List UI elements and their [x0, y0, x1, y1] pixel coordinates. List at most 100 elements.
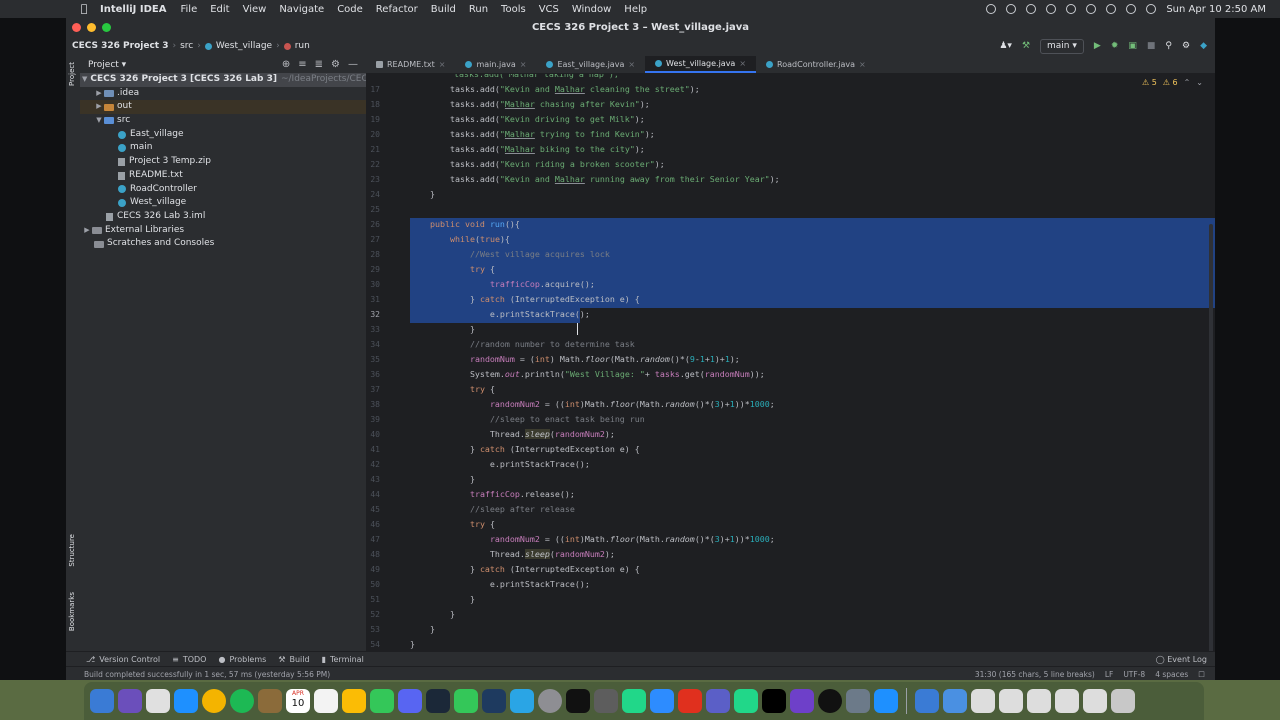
line-number[interactable]: 39	[366, 415, 380, 424]
document-thumbnail-icon[interactable]	[971, 689, 995, 713]
bookmarks-tool-tab[interactable]: Bookmarks	[68, 592, 76, 631]
tree-item-readme[interactable]: README.txt	[80, 169, 366, 183]
status-icon[interactable]	[1006, 4, 1017, 14]
lock-icon[interactable]: ☐	[1198, 670, 1205, 679]
chevron-down-icon[interactable]: ▼	[94, 114, 104, 128]
document-thumbnail-icon[interactable]	[999, 689, 1023, 713]
app-store-icon[interactable]	[510, 689, 534, 713]
line-number[interactable]: 29	[366, 265, 380, 274]
facetime-icon[interactable]	[454, 689, 478, 713]
breadcrumb-file[interactable]: West_village	[216, 41, 272, 51]
teams-icon[interactable]	[706, 689, 730, 713]
user-icon[interactable]: ♟▾	[999, 41, 1012, 51]
chevron-right-icon[interactable]: ▶	[94, 87, 104, 101]
line-number[interactable]: 38	[366, 400, 380, 409]
weak-warning-count[interactable]: ⚠ 6	[1163, 78, 1178, 87]
siri-icon[interactable]	[1146, 4, 1157, 14]
line-number[interactable]: 49	[366, 565, 380, 574]
tool-todo[interactable]: ≡ TODO	[172, 655, 206, 664]
line-number[interactable]: 22	[366, 160, 380, 169]
breadcrumb-project[interactable]: CECS 326 Project 3	[72, 41, 169, 51]
gear-icon[interactable]: ⚙	[331, 59, 340, 70]
debug-icon[interactable]: ✹	[1111, 41, 1119, 51]
chevron-up-icon[interactable]: ⌃	[1184, 78, 1191, 87]
line-number[interactable]: 34	[366, 340, 380, 349]
tab-west-village[interactable]: West_village.java ×	[645, 56, 757, 73]
photos-icon[interactable]	[342, 689, 366, 713]
code-editor[interactable]: 17 18 19 20 21 22 23 24 25 26 27 28 29 30 31 32 33 34 35 36…	[366, 74, 1215, 664]
chevron-right-icon[interactable]: ▶	[94, 100, 104, 114]
tree-item-road-controller[interactable]: RoadController	[80, 183, 366, 197]
search-icon[interactable]	[1126, 4, 1137, 14]
preview-icon[interactable]	[846, 689, 870, 713]
build-hammer-icon[interactable]: ⚒	[1022, 41, 1030, 51]
apple-icon[interactable]: 	[78, 3, 90, 15]
breadcrumb-src[interactable]: src	[180, 41, 193, 51]
calculator-icon[interactable]	[594, 689, 618, 713]
downloads-folder-icon[interactable]	[915, 689, 939, 713]
line-number[interactable]: 36	[366, 370, 380, 379]
tree-item-src[interactable]: ▼ src	[80, 114, 366, 128]
stop-icon[interactable]: ■	[1147, 41, 1156, 51]
search-everywhere-icon[interactable]: ⚲	[1165, 41, 1172, 51]
line-number[interactable]: 30	[366, 280, 380, 289]
caret-position[interactable]: 31:30 (165 chars, 5 line breaks)	[975, 670, 1095, 679]
document-thumbnail-icon[interactable]	[1083, 689, 1107, 713]
terminal-app-icon[interactable]	[566, 689, 590, 713]
line-number[interactable]: 46	[366, 520, 380, 529]
line-number[interactable]: 19	[366, 115, 380, 124]
menu-edit[interactable]: Edit	[210, 4, 229, 15]
close-icon[interactable]: ×	[628, 60, 635, 69]
status-message[interactable]: Build completed successfully in 1 sec, 5…	[84, 670, 330, 679]
line-number[interactable]: 17	[366, 85, 380, 94]
system-preferences-icon[interactable]	[538, 689, 562, 713]
tab-east-village[interactable]: East_village.java ×	[536, 56, 645, 73]
line-number[interactable]: 24	[366, 190, 380, 199]
notes-app-icon[interactable]	[258, 689, 282, 713]
tab-readme[interactable]: README.txt ×	[366, 56, 455, 73]
app-menu[interactable]: IntelliJ IDEA	[100, 4, 166, 15]
line-number[interactable]: 50	[366, 580, 380, 589]
line-number[interactable]: 41	[366, 445, 380, 454]
play-icon[interactable]	[1026, 4, 1037, 14]
tree-item-east-village[interactable]: East_village	[80, 128, 366, 142]
line-number[interactable]: 20	[366, 130, 380, 139]
line-number[interactable]: 47	[366, 535, 380, 544]
project-tool-tab[interactable]: Project	[68, 62, 76, 86]
tree-item-out[interactable]: ▶ out	[80, 100, 366, 115]
tool-terminal[interactable]: ▮ Terminal	[322, 655, 364, 664]
tree-item-external-libraries[interactable]: ▶ External Libraries	[80, 224, 366, 238]
chrome-icon[interactable]	[202, 689, 226, 713]
app-icon[interactable]	[678, 689, 702, 713]
close-icon[interactable]: ×	[439, 60, 446, 69]
siri-app-icon[interactable]	[118, 689, 142, 713]
jetbrains-icon[interactable]: ◆	[1200, 41, 1207, 51]
menu-vcs[interactable]: VCS	[539, 4, 559, 15]
line-number[interactable]: 53	[366, 625, 380, 634]
hide-icon[interactable]: —	[348, 59, 358, 70]
calendar-icon[interactable]: APR 10	[286, 689, 310, 713]
battery-icon[interactable]	[1066, 4, 1077, 14]
menu-help[interactable]: Help	[624, 4, 647, 15]
line-number[interactable]: 35	[366, 355, 380, 364]
tree-item-iml[interactable]: CECS 326 Lab 3.iml	[80, 210, 366, 224]
zoom-icon[interactable]	[650, 689, 674, 713]
line-number[interactable]: 37	[366, 385, 380, 394]
tab-road-controller[interactable]: RoadController.java ×	[756, 56, 876, 73]
messages-icon[interactable]	[370, 689, 394, 713]
app-icon[interactable]	[818, 689, 842, 713]
locate-icon[interactable]: ⊕	[282, 59, 290, 70]
close-icon[interactable]: ×	[739, 59, 746, 68]
intellij-icon[interactable]	[762, 689, 786, 713]
safari-icon[interactable]	[174, 689, 198, 713]
tool-problems[interactable]: ● Problems	[218, 655, 266, 664]
run-icon[interactable]: ▶	[1094, 41, 1101, 51]
control-center-icon[interactable]	[1106, 4, 1117, 14]
menubar-clock[interactable]: Sun Apr 10 2:50 AM	[1166, 4, 1266, 15]
chevron-down-icon[interactable]: ▼	[82, 73, 87, 87]
launchpad-icon[interactable]	[146, 689, 170, 713]
coverage-icon[interactable]: ▣	[1128, 41, 1137, 51]
line-number[interactable]: 43	[366, 475, 380, 484]
menu-refactor[interactable]: Refactor	[376, 4, 418, 15]
structure-tool-tab[interactable]: Structure	[68, 534, 76, 567]
